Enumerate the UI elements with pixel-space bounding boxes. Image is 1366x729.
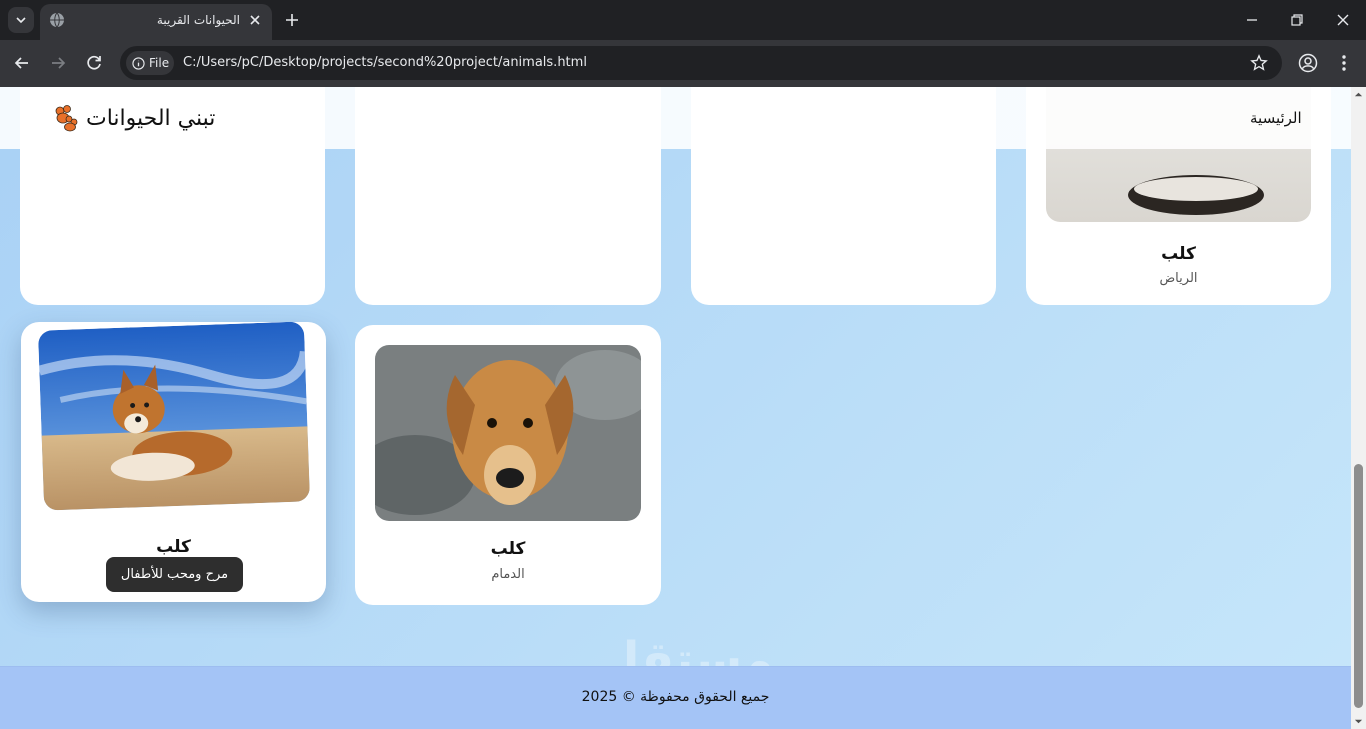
animal-city: الرياض — [1159, 271, 1198, 286]
url-text[interactable]: C:/Users/pC/Desktop/projects/second%20pr… — [183, 55, 587, 70]
scrollbar-thumb[interactable] — [1354, 464, 1363, 708]
site-header: الرئيسية تبني الحيوانات — [0, 87, 1351, 149]
close-tab-icon[interactable] — [248, 13, 262, 27]
file-chip-label: File — [149, 56, 170, 70]
animal-photo — [37, 321, 311, 511]
globe-icon — [50, 12, 64, 28]
scroll-down-arrow-icon[interactable] — [1354, 717, 1363, 726]
page-scrollbar[interactable] — [1351, 87, 1366, 729]
restore-icon[interactable] — [1289, 12, 1305, 28]
animal-card[interactable]: كلب الدمام — [355, 325, 661, 605]
back-arrow-icon[interactable] — [11, 52, 33, 74]
paw-icon — [55, 105, 78, 132]
nav-link-home[interactable]: الرئيسية — [1250, 109, 1302, 127]
close-window-icon[interactable] — [1335, 12, 1351, 28]
chevron-down-icon — [16, 17, 26, 24]
reload-icon[interactable] — [83, 52, 105, 74]
bookmark-star-icon[interactable] — [1250, 54, 1268, 72]
address-bar[interactable]: File C:/Users/pC/Desktop/projects/second… — [120, 46, 1282, 80]
animal-city: الدمام — [491, 567, 525, 582]
animal-photo — [375, 345, 641, 521]
site-info-chip[interactable]: File — [126, 51, 174, 75]
more-menu-icon[interactable] — [1336, 53, 1352, 73]
tab-strip: الحيوانات القريبة — [0, 0, 1366, 40]
animal-name: كلب — [156, 537, 191, 557]
tab-search-button[interactable] — [8, 7, 34, 33]
forward-arrow-icon[interactable] — [47, 52, 69, 74]
site-brand[interactable]: تبني الحيوانات — [52, 104, 215, 132]
tab-title: الحيوانات القريبة — [156, 13, 240, 27]
minimize-icon[interactable] — [1244, 12, 1260, 28]
animal-name: كلب — [490, 539, 526, 559]
browser-toolbar: File C:/Users/pC/Desktop/projects/second… — [0, 40, 1366, 87]
info-icon — [132, 56, 145, 70]
new-tab-icon[interactable] — [283, 11, 301, 29]
browser-tab[interactable]: الحيوانات القريبة — [40, 4, 272, 40]
footer-copyright: جميع الحقوق محفوظة © 2025 — [581, 689, 770, 705]
profile-icon[interactable] — [1298, 53, 1318, 73]
page-viewport: كلب الرياض كلب كلب الدمام مرح ومحب للأطف… — [0, 87, 1351, 729]
brand-title: تبني الحيوانات — [86, 105, 216, 131]
animal-name: كلب — [1161, 244, 1196, 264]
scroll-up-arrow-icon[interactable] — [1354, 90, 1363, 99]
card-tooltip: مرح ومحب للأطفال — [106, 557, 243, 592]
site-footer: جميع الحقوق محفوظة © 2025 — [0, 666, 1351, 729]
